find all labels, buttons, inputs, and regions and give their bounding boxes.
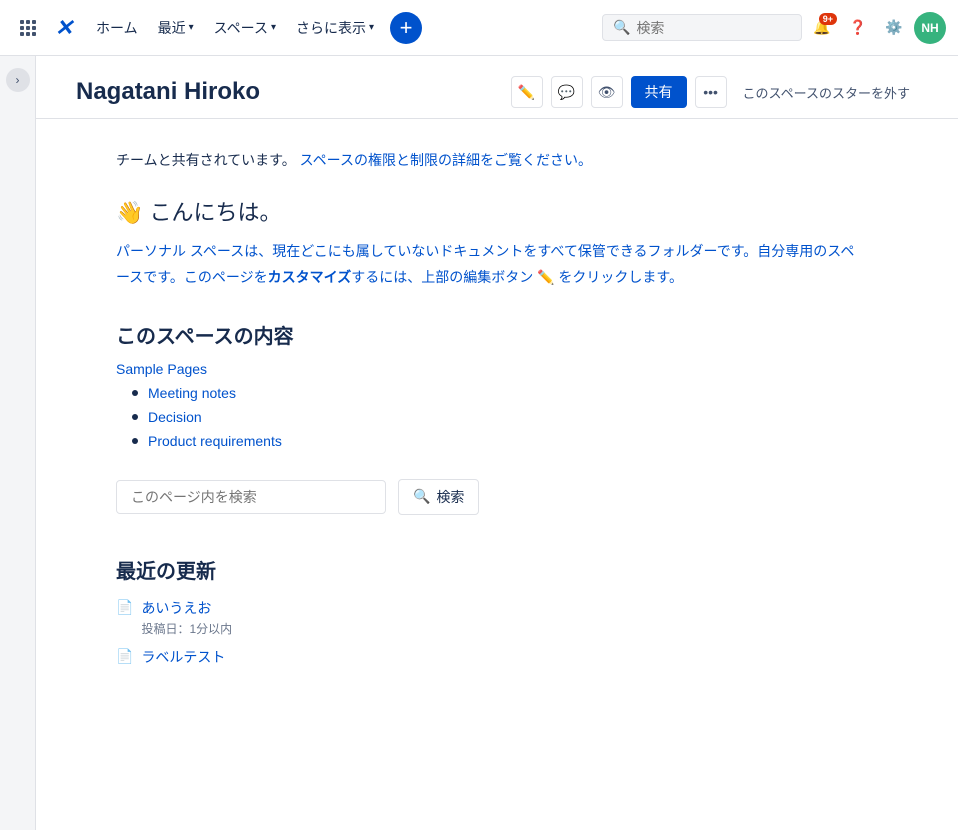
search-icon: 🔍 [413, 488, 430, 505]
notification-button[interactable]: 🔔 9+ [806, 12, 838, 44]
share-notice: チームと共有されています。 スペースの権限と制限の詳細をご覧ください。 [116, 149, 856, 171]
sidebar-toggle-button[interactable]: › [6, 68, 30, 92]
list-item: Product requirements [132, 433, 856, 449]
apps-button[interactable] [12, 12, 44, 44]
page-actions: ✏️ 💬 👁 共有 ••• このスペースのスターを外す [511, 76, 918, 108]
settings-button[interactable]: ⚙️ [878, 12, 910, 44]
page-title: Nagatani Hiroko [76, 78, 260, 106]
chevron-down-icon: ▾ [369, 22, 374, 33]
search-icon: 🔍 [613, 19, 630, 36]
sample-pages-link[interactable]: Sample Pages [116, 361, 856, 377]
nav-more[interactable]: さらに表示 ▾ [288, 12, 382, 44]
notification-badge: 9+ [819, 13, 837, 25]
edit-button[interactable]: ✏️ [511, 76, 543, 108]
recent-updates-title: 最近の更新 [116, 555, 856, 584]
permissions-link[interactable]: スペースの権限と制限の詳細をご覧ください。 [300, 152, 592, 168]
list-item: Meeting notes [132, 385, 856, 401]
bullet-icon [132, 390, 138, 396]
recent-item-meta: 投稿日：1分以内 [141, 620, 232, 637]
page-link[interactable]: Product requirements [148, 433, 282, 449]
layout: › Nagatani Hiroko ✏️ 💬 👁 共有 ••• このスペースのス… [0, 56, 958, 830]
comment-button[interactable]: 💬 [551, 76, 583, 108]
space-content-title: このスペースの内容 [116, 320, 856, 349]
bullet-icon [132, 414, 138, 420]
page-body: チームと共有されています。 スペースの権限と制限の詳細をご覧ください。 👋 こん… [36, 119, 936, 717]
grid-icon [20, 20, 36, 36]
recent-item-link[interactable]: ラベルテスト [141, 647, 225, 667]
chevron-down-icon: ▾ [189, 22, 194, 33]
chevron-down-icon: ▾ [271, 22, 276, 33]
help-button[interactable]: ❓ [842, 12, 874, 44]
create-button[interactable]: + [390, 12, 422, 44]
list-item: 📄 ラベルテスト [116, 647, 856, 667]
page-search-section: 🔍 検索 [116, 479, 856, 515]
search-box[interactable]: 🔍 [602, 14, 802, 41]
share-button[interactable]: 共有 [631, 76, 687, 108]
list-item: 📄 あいうえお 投稿日：1分以内 [116, 598, 856, 637]
description-text: パーソナル スペースは、現在どこにも属していないドキュメントをすべて保管できるフ… [116, 239, 856, 289]
avatar[interactable]: NH [914, 12, 946, 44]
watch-button[interactable]: 👁 [591, 76, 623, 108]
gear-icon: ⚙️ [885, 19, 902, 36]
main-content: Nagatani Hiroko ✏️ 💬 👁 共有 ••• このスペースのスター… [36, 56, 958, 830]
search-input[interactable] [636, 20, 786, 36]
help-icon: ❓ [849, 19, 866, 36]
page-search-input[interactable] [116, 480, 386, 514]
greeting-text: 👋 こんにちは。 [116, 195, 856, 227]
nav-home[interactable]: ホーム [88, 12, 146, 44]
document-icon: 📄 [116, 648, 133, 665]
sidebar-toggle-area: › [0, 56, 36, 830]
bullet-icon [132, 438, 138, 444]
pages-list: Meeting notes Decision Product requirement… [116, 385, 856, 449]
more-options-button[interactable]: ••• [695, 76, 727, 108]
logo[interactable]: ✕ [48, 12, 80, 44]
list-item: Decision [132, 409, 856, 425]
star-space-button[interactable]: このスペースのスターを外す [735, 79, 918, 106]
page-link[interactable]: Decision [148, 409, 202, 425]
document-icon: 📄 [116, 599, 133, 616]
recent-item-link[interactable]: あいうえお [141, 598, 232, 618]
page-link[interactable]: Meeting notes [148, 385, 236, 401]
nav-recent[interactable]: 最近 ▾ [150, 12, 202, 44]
page-search-button[interactable]: 🔍 検索 [398, 479, 479, 515]
topnav: ✕ ホーム 最近 ▾ スペース ▾ さらに表示 ▾ + 🔍 🔔 9+ ❓ ⚙️ … [0, 0, 958, 56]
nav-spaces[interactable]: スペース ▾ [206, 12, 284, 44]
recent-list: 📄 あいうえお 投稿日：1分以内 📄 ラベルテスト [116, 598, 856, 667]
greeting-section: 👋 こんにちは。 パーソナル スペースは、現在どこにも属していないドキュメントを… [116, 195, 856, 289]
page-header: Nagatani Hiroko ✏️ 💬 👁 共有 ••• このスペースのスター… [36, 56, 958, 119]
logo-icon: ✕ [55, 15, 73, 41]
description-bold: カスタマイズ [268, 269, 352, 285]
